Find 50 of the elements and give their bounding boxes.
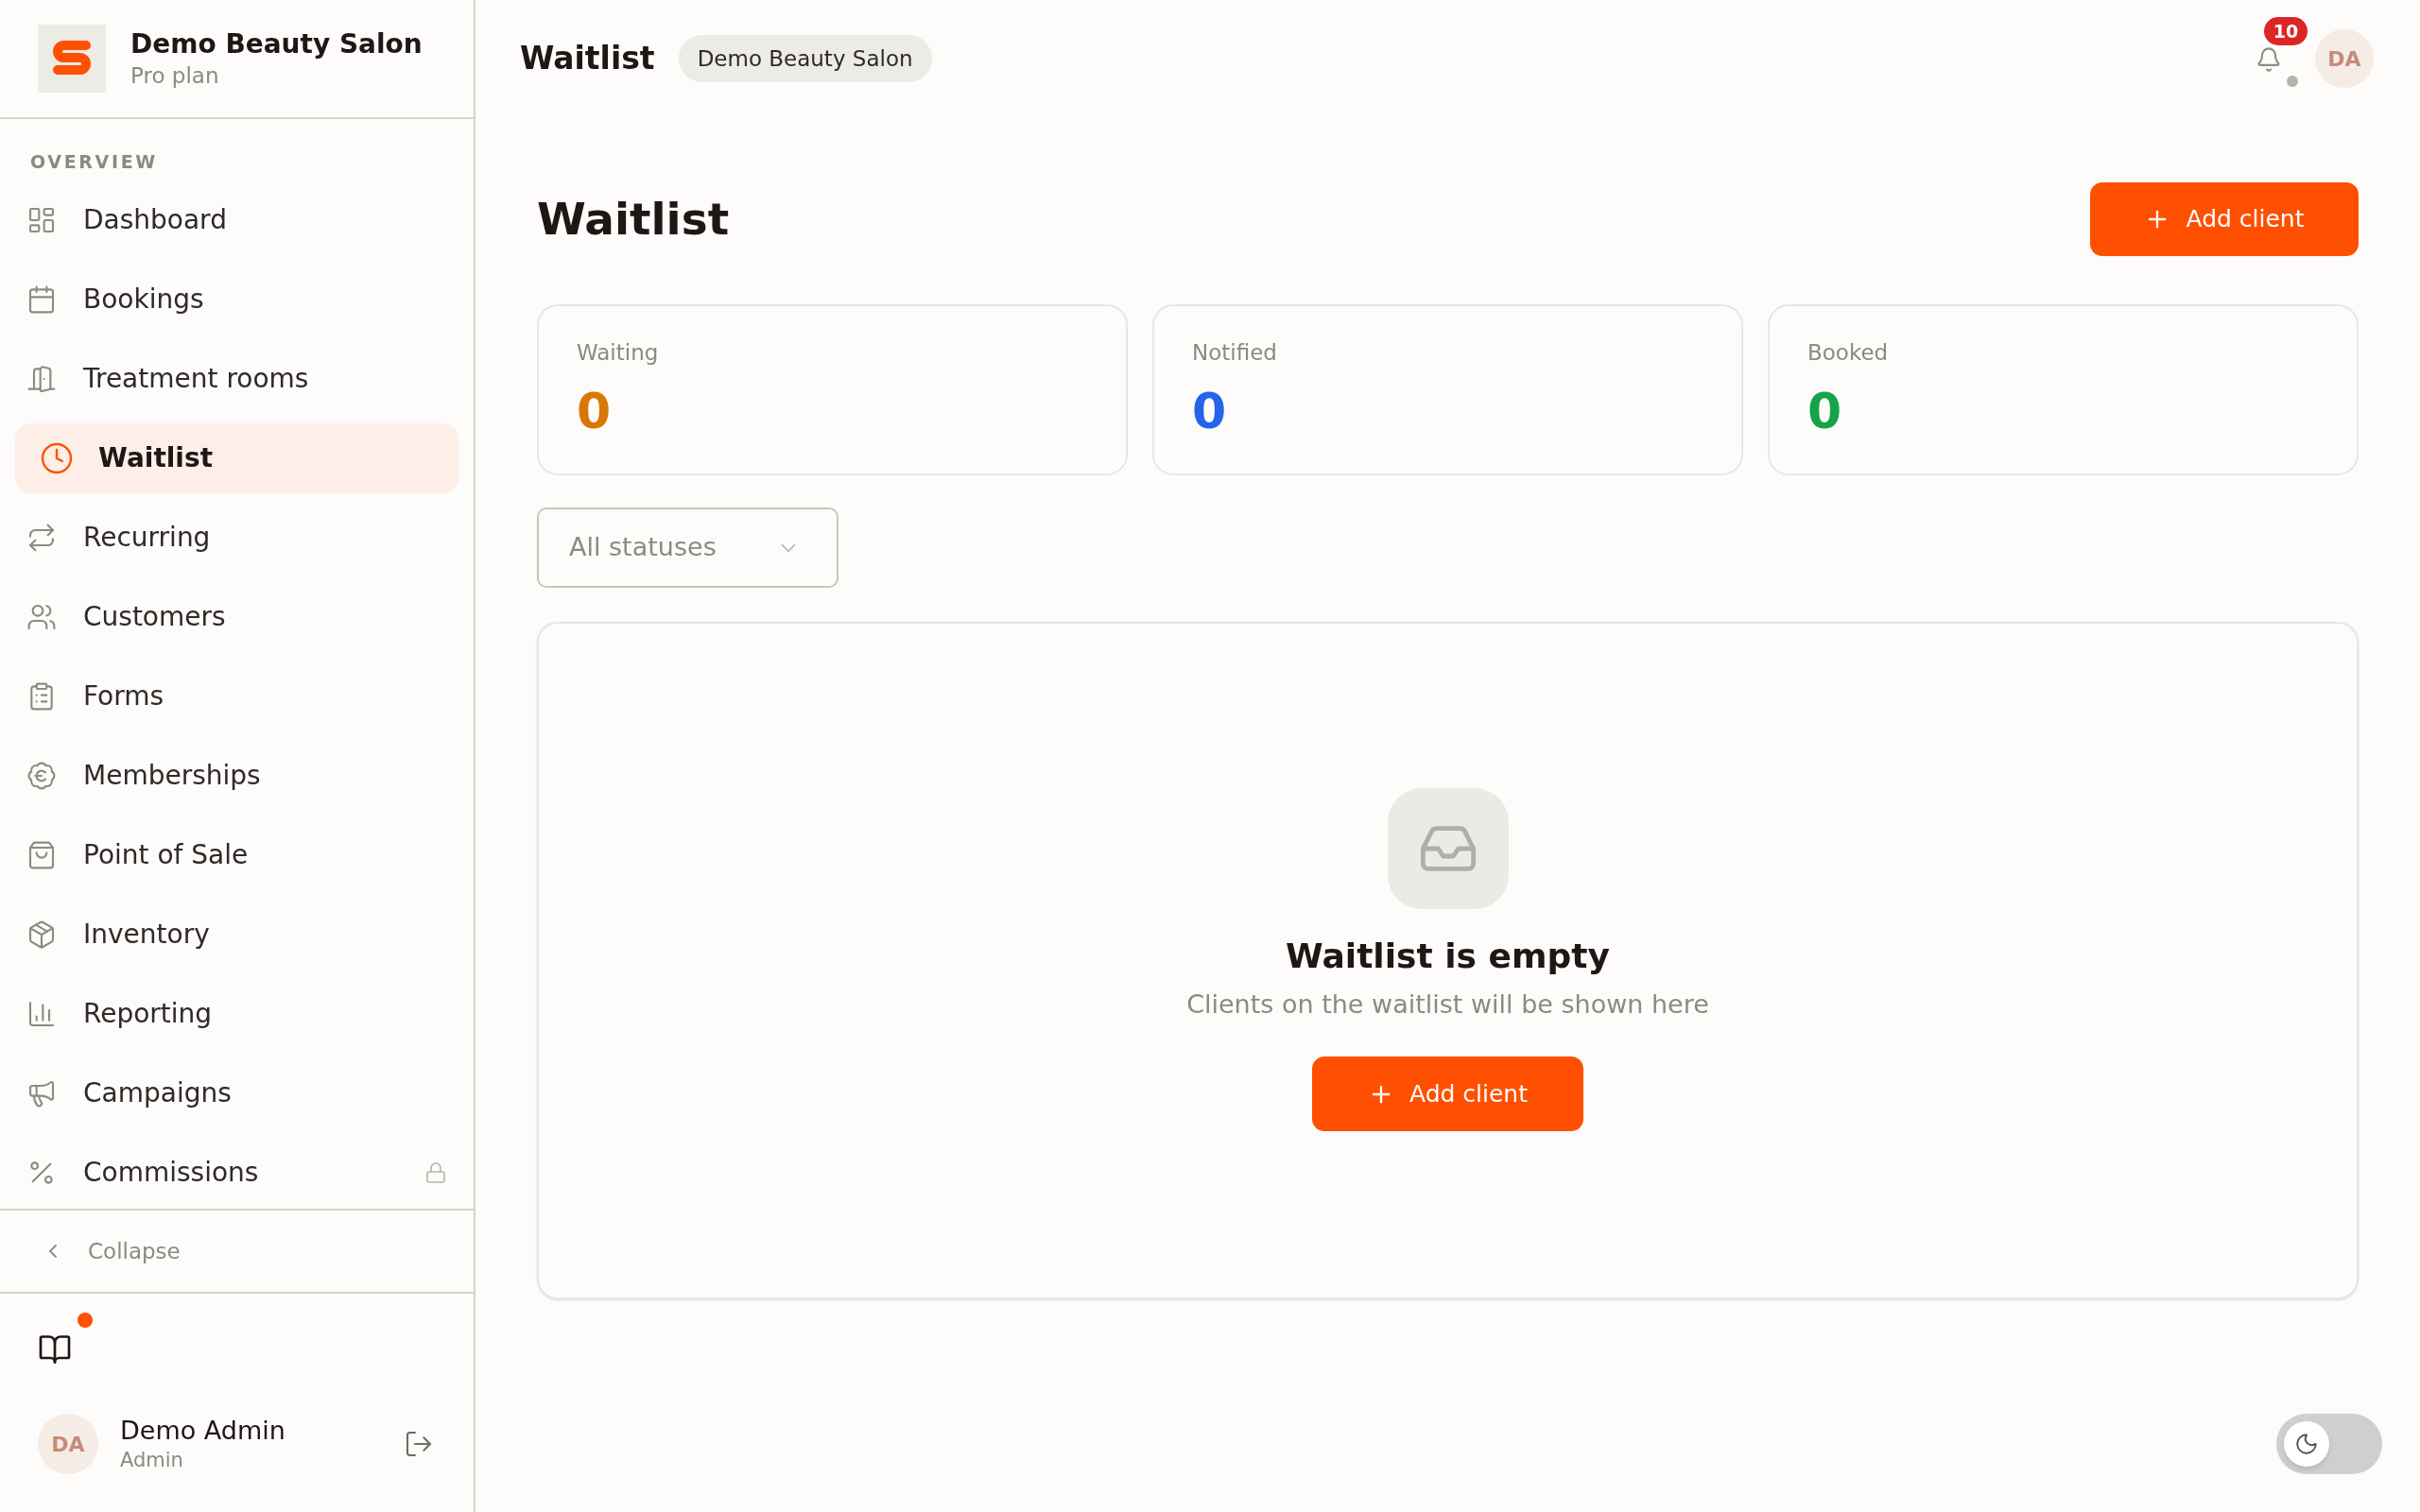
nav-item[interactable]: Forms	[15, 662, 458, 731]
bar-chart-icon	[26, 999, 57, 1029]
door-icon	[26, 364, 57, 394]
user-name: Demo Admin	[120, 1415, 285, 1447]
clock-icon	[40, 441, 74, 475]
nav-item[interactable]: Commissions	[15, 1138, 458, 1208]
inbox-icon	[1387, 788, 1509, 909]
package-icon	[26, 919, 57, 950]
plan-label: Pro plan	[130, 62, 220, 90]
book-icon	[38, 1332, 72, 1366]
stat-value: 0	[1807, 383, 1842, 439]
nav-item[interactable]: Bookings	[15, 265, 458, 335]
header-title: Waitlist	[520, 39, 655, 79]
layout-grid-icon	[26, 205, 57, 235]
salon-name: Demo Beauty Salon	[130, 27, 423, 61]
stat-label: Booked	[1807, 339, 1889, 367]
nav-item[interactable]: Treatment rooms	[15, 344, 458, 414]
stat-value: 0	[1192, 383, 1227, 439]
nav-item[interactable]: Recurring	[15, 503, 458, 573]
bell-icon	[2256, 46, 2282, 73]
notification-count: 10	[2264, 17, 2308, 45]
nav-item[interactable]: Memberships	[15, 741, 458, 811]
nav-item[interactable]: Campaigns	[15, 1058, 458, 1128]
user-avatar: DA	[38, 1414, 98, 1474]
nav-item[interactable]: Dashboard	[15, 185, 458, 255]
stat-label: Notified	[1192, 339, 1277, 367]
empty-state-title: Waitlist is empty	[1286, 936, 1610, 977]
calendar-icon	[26, 284, 57, 315]
nav-item[interactable]: Point of Sale	[15, 820, 458, 890]
users-icon	[26, 602, 57, 632]
nav-item[interactable]: Customers	[15, 582, 458, 652]
nav-item[interactable]: Reporting	[15, 979, 458, 1049]
logout-icon	[404, 1429, 434, 1459]
workspace-badge: Demo Beauty Salon	[678, 34, 932, 83]
megaphone-icon	[26, 1078, 57, 1108]
stat-label: Waiting	[577, 339, 659, 367]
section-label: OVERVIEW	[29, 150, 159, 174]
nav-item[interactable]: Waitlist	[15, 423, 458, 493]
logo-icon	[38, 25, 106, 93]
page-title: Waitlist	[537, 191, 730, 247]
shopping-bag-icon	[26, 840, 57, 870]
guide-button[interactable]	[38, 1332, 72, 1366]
moon-icon	[2294, 1432, 2319, 1456]
nav-item[interactable]: Inventory	[15, 900, 458, 970]
repeat-arrows-icon	[26, 523, 57, 553]
empty-state-description: Clients on the waitlist will be shown here	[1186, 988, 1709, 1021]
notifications-button[interactable]	[2256, 46, 2282, 73]
euro-badge-icon	[26, 761, 57, 791]
user-role: Admin	[120, 1448, 184, 1473]
stat-value: 0	[577, 383, 612, 439]
